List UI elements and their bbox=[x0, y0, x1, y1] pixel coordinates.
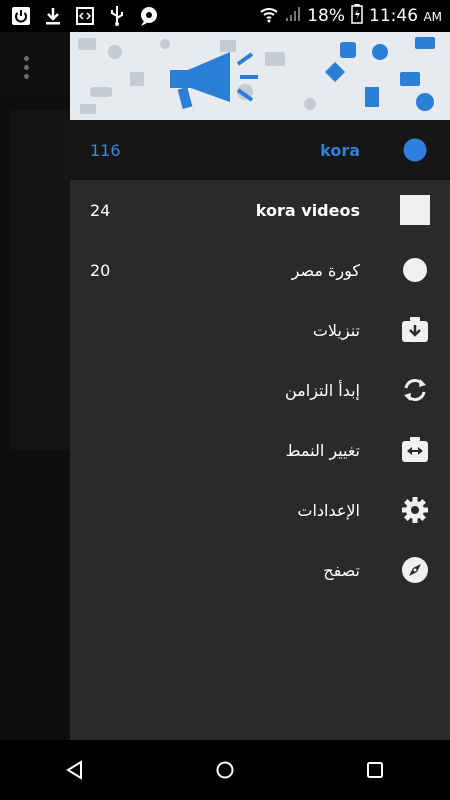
item-label: kora bbox=[320, 140, 360, 160]
item-count: 116 bbox=[90, 140, 121, 160]
drawer-item-settings[interactable]: الإعدادات bbox=[70, 480, 450, 540]
wifi-icon bbox=[259, 5, 279, 28]
recents-square-icon bbox=[367, 762, 383, 778]
drawer-item-change-layout[interactable]: تغيير النمط bbox=[70, 420, 450, 480]
recents-button[interactable] bbox=[355, 750, 395, 790]
compass-icon bbox=[400, 555, 430, 585]
item-label: تغيير النمط bbox=[285, 440, 360, 460]
code-icon bbox=[74, 5, 96, 27]
item-label: تنزيلات bbox=[312, 320, 360, 340]
drawer-header-image bbox=[70, 32, 450, 120]
item-count: 20 bbox=[90, 260, 111, 280]
blue-dot-icon bbox=[400, 135, 430, 165]
drawer-item-start-sync[interactable]: إبدأ التزامن bbox=[70, 360, 450, 420]
download-box-icon bbox=[400, 315, 430, 345]
white-circle-icon bbox=[400, 255, 430, 285]
home-button[interactable] bbox=[205, 750, 245, 790]
battery-percent: 18% bbox=[307, 6, 346, 26]
drawer-item-kora-videos[interactable]: 24 kora videos bbox=[70, 180, 450, 240]
clock-time: 11:46 AM bbox=[369, 6, 442, 26]
system-nav-bar bbox=[0, 740, 450, 800]
home-circle-icon bbox=[216, 761, 234, 779]
overflow-menu-icon bbox=[24, 56, 29, 83]
item-label: الإعدادات bbox=[297, 500, 360, 520]
usb-icon bbox=[106, 5, 128, 27]
background-toolbar bbox=[0, 32, 70, 100]
item-label: kora videos bbox=[255, 200, 360, 220]
chat-icon bbox=[138, 5, 160, 27]
back-triangle-icon bbox=[66, 760, 82, 780]
download-icon bbox=[42, 5, 64, 27]
battery-icon bbox=[351, 3, 363, 29]
gear-icon bbox=[400, 495, 430, 525]
signal-icon bbox=[285, 6, 301, 27]
sync-icon bbox=[400, 375, 430, 405]
background-card bbox=[10, 110, 70, 450]
item-label: كورة مصر bbox=[291, 260, 360, 280]
drawer-item-kora[interactable]: 116 kora bbox=[70, 120, 450, 180]
swap-layout-icon bbox=[400, 435, 430, 465]
drawer-item-browse[interactable]: تصفح bbox=[70, 540, 450, 600]
navigation-drawer: 116 kora 24 kora videos 20 كورة مصر تنزي… bbox=[70, 32, 450, 740]
item-count: 24 bbox=[90, 200, 111, 220]
drawer-item-kora-masr[interactable]: 20 كورة مصر bbox=[70, 240, 450, 300]
item-label: إبدأ التزامن bbox=[285, 380, 360, 400]
back-button[interactable] bbox=[55, 750, 95, 790]
background-app bbox=[0, 32, 70, 740]
power-icon bbox=[10, 5, 32, 27]
drawer-item-downloads[interactable]: تنزيلات bbox=[70, 300, 450, 360]
item-label: تصفح bbox=[323, 560, 360, 580]
white-square-icon bbox=[400, 195, 430, 225]
status-bar: 18% 11:46 AM bbox=[0, 0, 450, 32]
